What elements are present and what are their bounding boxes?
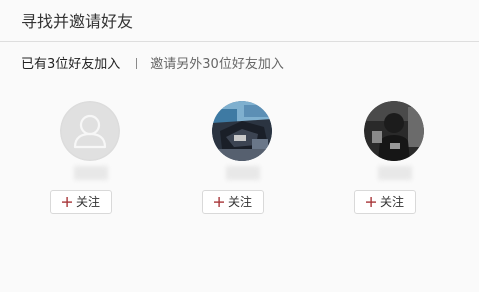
friend-card: 关注 (354, 101, 434, 217)
photo-avatar[interactable] (212, 101, 272, 161)
friend-card: 关注 (202, 101, 282, 217)
plus-icon (213, 197, 224, 207)
page-header: 寻找并邀请好友 (0, 0, 479, 42)
follow-label: 关注 (227, 195, 252, 209)
find-invite-friends-page: 寻找并邀请好友 已有3位好友加入 邀请另外30位好友加入 关注 关注 关注 (0, 0, 479, 292)
follow-label: 关注 (379, 195, 404, 209)
follow-label: 关注 (75, 195, 100, 209)
default-avatar-icon[interactable] (60, 101, 120, 161)
friend-card: 关注 (50, 101, 130, 217)
follow-button[interactable]: 关注 (354, 190, 416, 214)
friend-name-redacted (226, 166, 260, 180)
photo-avatar[interactable] (364, 101, 424, 161)
page-title: 寻找并邀请好友 (21, 12, 134, 31)
follow-button[interactable]: 关注 (50, 190, 112, 214)
friend-name-redacted (378, 166, 412, 180)
friend-name-redacted (74, 166, 108, 180)
separator (136, 58, 138, 69)
invite-friends-link[interactable]: 邀请另外30位好友加入 (150, 57, 284, 72)
plus-icon (365, 197, 376, 207)
joined-friends-count[interactable]: 已有3位好友加入 (21, 57, 120, 72)
friends-summary-bar: 已有3位好友加入 邀请另外30位好友加入 (21, 56, 284, 74)
follow-button[interactable]: 关注 (202, 190, 264, 214)
plus-icon (61, 197, 72, 207)
